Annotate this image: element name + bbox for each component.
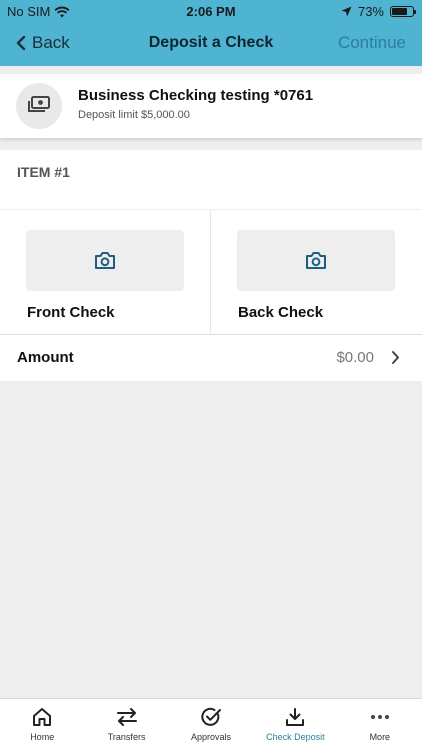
chevron-left-icon bbox=[16, 35, 26, 51]
battery-percent: 73% bbox=[357, 4, 384, 19]
tab-transfers[interactable]: Transfers bbox=[84, 699, 168, 750]
camera-icon bbox=[306, 252, 326, 269]
continue-button[interactable]: Continue bbox=[338, 33, 406, 53]
tab-check-deposit[interactable]: Check Deposit bbox=[253, 699, 337, 750]
battery-icon bbox=[390, 6, 416, 17]
item-label: ITEM #1 bbox=[17, 164, 70, 180]
divider bbox=[0, 209, 422, 210]
back-check-capture-button[interactable] bbox=[237, 230, 395, 291]
location-icon bbox=[341, 6, 352, 17]
amount-label: Amount bbox=[17, 349, 74, 366]
back-check-label: Back Check bbox=[238, 304, 324, 321]
transfer-icon bbox=[116, 708, 137, 726]
home-icon bbox=[33, 708, 52, 726]
more-icon bbox=[370, 715, 389, 719]
front-check-capture-button[interactable] bbox=[26, 230, 184, 291]
tab-more[interactable]: More bbox=[338, 699, 422, 750]
chevron-right-icon bbox=[392, 351, 399, 364]
item-section: ITEM #1 Front Check Back Check Amount $0… bbox=[0, 150, 422, 381]
check-circle-icon bbox=[201, 707, 222, 726]
deposit-limit: Deposit limit $5,000.00 bbox=[78, 109, 190, 121]
front-check-label: Front Check bbox=[27, 304, 115, 321]
tab-approvals[interactable]: Approvals bbox=[169, 699, 253, 750]
account-selector[interactable]: Business Checking testing *0761 Deposit … bbox=[0, 74, 422, 138]
tab-label: Approvals bbox=[191, 732, 232, 742]
tab-label: Check Deposit bbox=[266, 732, 325, 742]
back-label: Back bbox=[32, 33, 70, 52]
amount-value: $0.00 bbox=[336, 349, 374, 366]
status-bar: No SIM 2:06 PM 73% bbox=[0, 0, 422, 24]
back-button[interactable]: Back bbox=[16, 33, 70, 53]
battery-fill bbox=[392, 8, 407, 15]
money-icon bbox=[16, 83, 62, 129]
nav-bar: Back Deposit a Check Continue bbox=[0, 24, 422, 66]
divider bbox=[210, 210, 211, 334]
camera-icon bbox=[95, 252, 115, 269]
download-icon bbox=[286, 708, 305, 726]
tab-bar: Home Transfers Approvals Check Deposit M… bbox=[0, 698, 422, 750]
amount-row[interactable]: Amount $0.00 bbox=[0, 335, 422, 381]
tab-label: More bbox=[369, 732, 391, 742]
account-name: Business Checking testing *0761 bbox=[78, 87, 314, 104]
status-right: 73% bbox=[341, 4, 416, 19]
tab-home[interactable]: Home bbox=[0, 699, 84, 750]
tab-label: Home bbox=[30, 732, 55, 742]
tab-label: Transfers bbox=[107, 732, 146, 742]
